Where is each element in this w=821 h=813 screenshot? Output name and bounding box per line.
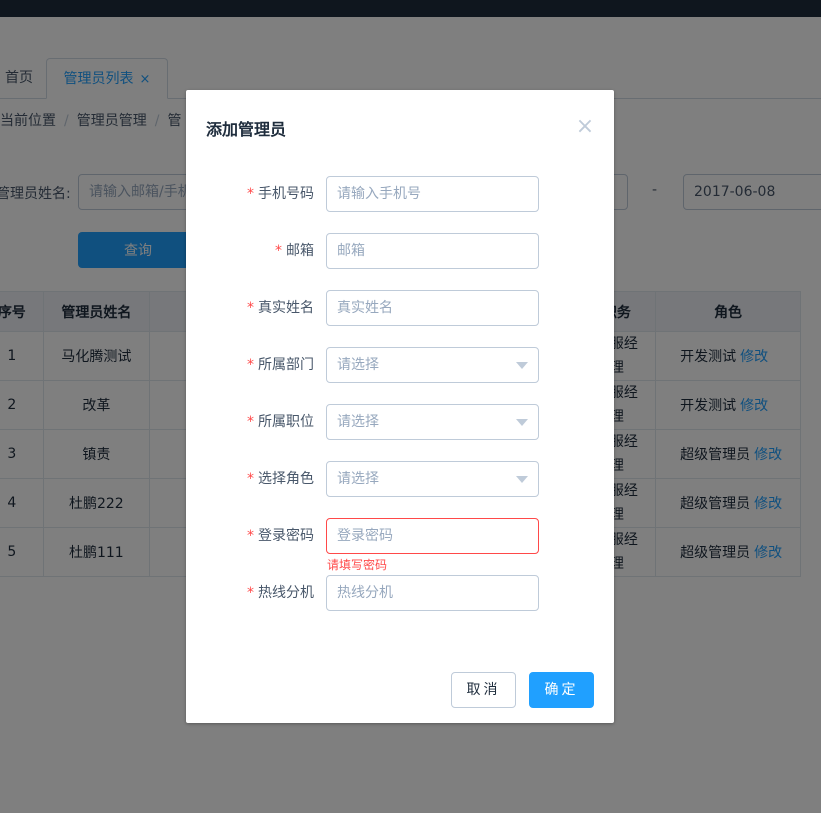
form-row-role: * 选择角色 请选择	[186, 461, 614, 497]
real-name-input[interactable]: 真实姓名	[326, 290, 539, 326]
position-select[interactable]: 请选择	[326, 404, 539, 440]
cancel-button[interactable]: 取消	[451, 672, 516, 708]
hotline-label: * 热线分机	[247, 585, 314, 601]
phone-input[interactable]: 请输入手机号	[326, 176, 539, 212]
close-icon[interactable]: ×	[574, 116, 596, 138]
real-name-label: * 真实姓名	[247, 300, 314, 316]
form-row-password: * 登录密码 登录密码 请填写密码	[186, 518, 614, 572]
position-label: * 所属职位	[247, 414, 314, 430]
form-row-position: * 所属职位 请选择	[186, 404, 614, 440]
chevron-down-icon	[516, 362, 528, 369]
form-row-department: * 所属部门 请选择	[186, 347, 614, 383]
form-row-phone: * 手机号码 请输入手机号	[186, 176, 614, 212]
email-label: * 邮箱	[275, 243, 314, 259]
form-row-real-name: * 真实姓名 真实姓名	[186, 290, 614, 326]
chevron-down-icon	[516, 419, 528, 426]
password-input[interactable]: 登录密码	[326, 518, 539, 554]
form-row-email: * 邮箱 邮箱	[186, 233, 614, 269]
department-select[interactable]: 请选择	[326, 347, 539, 383]
confirm-button[interactable]: 确定	[529, 672, 594, 708]
password-error-message: 请填写密码	[327, 558, 388, 572]
department-label: * 所属部门	[247, 357, 314, 373]
dialog-title: 添加管理员	[206, 120, 287, 139]
add-admin-dialog: 添加管理员 × * 手机号码 请输入手机号 * 邮箱 邮箱 * 真实姓名 真实姓名 *…	[186, 90, 614, 723]
form-row-hotline: * 热线分机 热线分机	[186, 575, 614, 611]
role-label: * 选择角色	[247, 471, 314, 487]
chevron-down-icon	[516, 476, 528, 483]
role-select[interactable]: 请选择	[326, 461, 539, 497]
password-label: * 登录密码	[247, 528, 314, 544]
phone-label: * 手机号码	[247, 186, 314, 202]
email-input[interactable]: 邮箱	[326, 233, 539, 269]
hotline-input[interactable]: 热线分机	[326, 575, 539, 611]
